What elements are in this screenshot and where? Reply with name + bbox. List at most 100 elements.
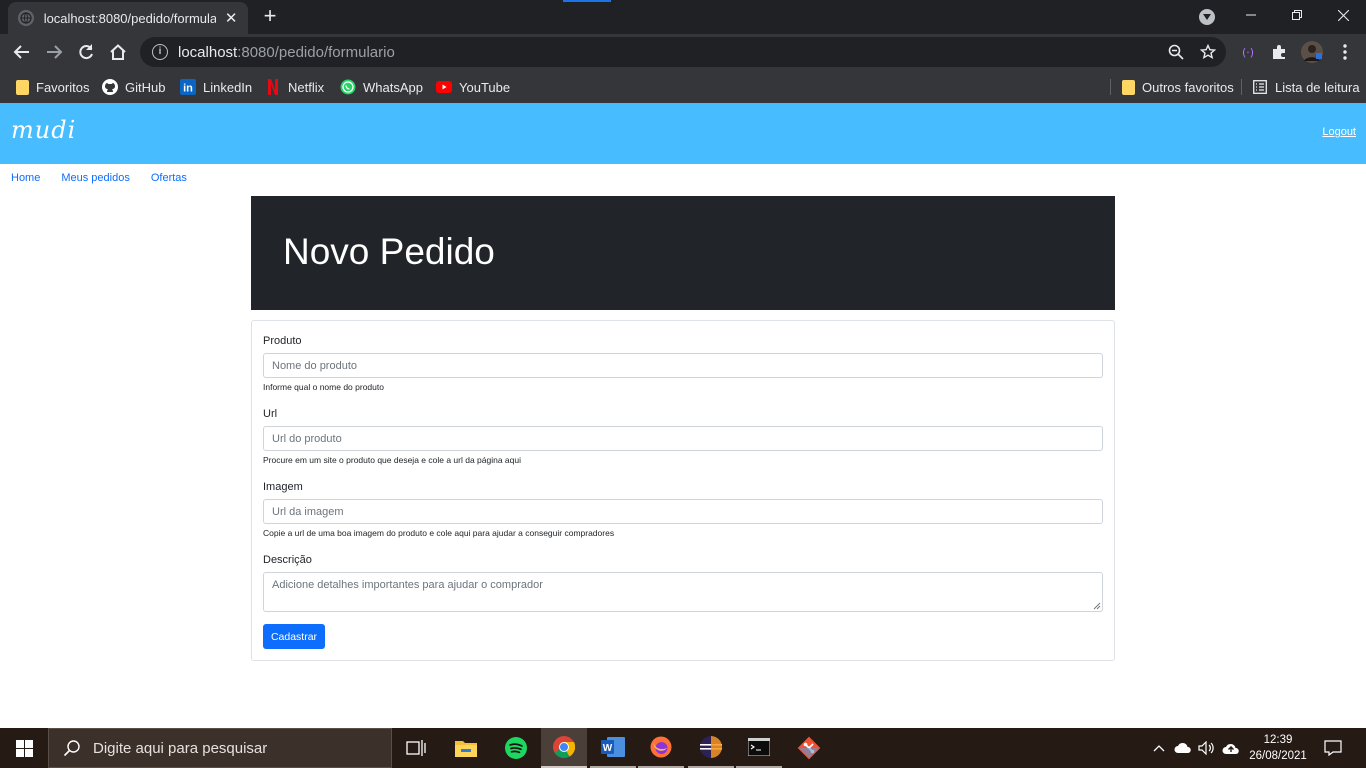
home-icon[interactable] xyxy=(104,38,132,66)
cadastrar-button[interactable]: Cadastrar xyxy=(263,624,325,649)
url-text: localhost:8080/pedido/formulario xyxy=(178,44,395,61)
bookmark-linkedin[interactable]: in LinkedIn xyxy=(180,77,252,97)
descricao-textarea[interactable]: Adicione detalhes importantes para ajuda… xyxy=(263,572,1103,612)
bookmark-whatsapp[interactable]: WhatsApp xyxy=(340,77,423,97)
forward-icon[interactable] xyxy=(40,38,68,66)
avatar[interactable] xyxy=(1299,39,1325,65)
tab-search-icon[interactable] xyxy=(1199,9,1215,25)
nav-home-link[interactable]: Home xyxy=(11,172,40,184)
firefox-icon[interactable] xyxy=(638,728,684,768)
brand-logo[interactable]: mudi xyxy=(11,116,76,144)
folder-icon xyxy=(1122,79,1135,95)
bookmark-favoritos[interactable]: Favoritos xyxy=(16,77,89,97)
address-bar[interactable]: i localhost:8080/pedido/formulario xyxy=(140,37,1226,67)
close-window-icon[interactable] xyxy=(1320,0,1366,30)
bookmark-label: Outros favoritos xyxy=(1142,79,1234,95)
volume-icon[interactable] xyxy=(1196,728,1218,768)
windows-taskbar: Digite aqui para pesquisar W 12:39 26/08… xyxy=(0,728,1366,768)
spotify-icon[interactable] xyxy=(493,728,539,768)
bookmark-label: WhatsApp xyxy=(363,79,423,95)
folder-icon xyxy=(16,79,29,95)
minimize-icon[interactable] xyxy=(1228,0,1274,30)
windows-start-icon[interactable] xyxy=(0,728,48,768)
close-tab-icon[interactable]: ✕ xyxy=(224,9,238,27)
cloud-upload-icon[interactable] xyxy=(1220,728,1242,768)
star-icon[interactable] xyxy=(1194,37,1222,67)
eclipse-icon[interactable] xyxy=(688,728,734,768)
bookmark-outros-favoritos[interactable]: Outros favoritos xyxy=(1122,77,1234,97)
browser-toolbar: i localhost:8080/pedido/formulario (·) xyxy=(0,34,1366,70)
url-path: :8080/pedido/formulario xyxy=(237,43,395,61)
youtube-icon xyxy=(436,79,452,95)
terminal-icon[interactable] xyxy=(736,728,782,768)
tab-title: localhost:8080/pedido/formulario xyxy=(43,10,217,26)
back-icon[interactable] xyxy=(8,38,36,66)
github-icon xyxy=(102,79,118,95)
nav-ofertas-link[interactable]: Ofertas xyxy=(151,172,187,184)
bookmark-github[interactable]: GitHub xyxy=(102,77,165,97)
task-view-icon[interactable] xyxy=(393,728,439,768)
restore-icon[interactable] xyxy=(1274,0,1320,30)
bookmark-youtube[interactable]: YouTube xyxy=(436,77,510,97)
whatsapp-icon xyxy=(340,79,356,95)
bookmark-label: YouTube xyxy=(459,79,511,95)
globe-icon xyxy=(18,10,34,26)
app-navbar: mudi Logout xyxy=(0,103,1366,164)
taskbar-search-box[interactable]: Digite aqui para pesquisar xyxy=(48,728,392,768)
logout-link[interactable]: Logout xyxy=(1322,126,1356,138)
bookmark-label: Netflix xyxy=(288,79,325,95)
search-icon xyxy=(63,740,80,757)
produto-input[interactable]: Nome do produto xyxy=(263,353,1103,378)
clock-date: 26/08/2021 xyxy=(1249,750,1307,762)
bookmark-label: GitHub xyxy=(125,79,166,95)
imagem-help-text: Copie a url de uma boa imagem do produto… xyxy=(263,528,615,538)
bookmark-label: Favoritos xyxy=(36,79,90,95)
linkedin-icon: in xyxy=(180,79,196,95)
url-host: localhost xyxy=(178,43,238,61)
order-form-card: Produto Nome do produto Informe qual o n… xyxy=(251,320,1115,661)
url-label: Url xyxy=(263,408,278,420)
page-header-banner: Novo Pedido xyxy=(251,196,1115,310)
url-input[interactable]: Url do produto xyxy=(263,426,1103,451)
taskbar-search-placeholder: Digite aqui para pesquisar xyxy=(93,739,268,757)
word-icon[interactable]: W xyxy=(590,728,636,768)
breadcrumb-nav: Home Meus pedidos Ofertas xyxy=(11,172,187,184)
bookmark-netflix[interactable]: Netflix xyxy=(265,77,324,97)
svg-text:W: W xyxy=(603,743,613,754)
chrome-icon[interactable] xyxy=(541,728,587,768)
tab-strip-accent xyxy=(563,0,611,2)
bookmark-label: LinkedIn xyxy=(203,79,253,95)
bookmarks-bar: Favoritos GitHub in LinkedIn Netflix Wha… xyxy=(0,70,1366,103)
svg-text:(·): (·) xyxy=(1242,46,1254,59)
extension-icon[interactable]: (·) xyxy=(1235,39,1261,65)
menu-icon[interactable] xyxy=(1332,39,1358,65)
reading-list-button[interactable]: Lista de leitura xyxy=(1252,77,1360,97)
info-icon[interactable]: i xyxy=(152,44,168,60)
netflix-icon xyxy=(265,79,281,95)
puzzle-icon[interactable] xyxy=(1266,39,1292,65)
file-explorer-icon[interactable] xyxy=(443,728,489,768)
taskbar-clock[interactable]: 12:39 26/08/2021 xyxy=(1245,732,1311,764)
descricao-placeholder: Adicione detalhes importantes para ajuda… xyxy=(272,579,543,591)
url-help-text: Procure em um site o produto que deseja … xyxy=(263,455,521,465)
notifications-icon[interactable] xyxy=(1318,728,1348,768)
reading-list-icon xyxy=(1252,79,1268,95)
onedrive-icon[interactable] xyxy=(1172,728,1194,768)
browser-tab[interactable]: localhost:8080/pedido/formulario ✕ xyxy=(8,2,248,34)
bookmark-label: Lista de leitura xyxy=(1275,79,1360,95)
browser-tab-strip: localhost:8080/pedido/formulario ✕ + xyxy=(0,0,1366,34)
new-tab-button[interactable]: + xyxy=(258,4,282,28)
nav-meus-pedidos-link[interactable]: Meus pedidos xyxy=(61,172,130,184)
reload-icon[interactable] xyxy=(72,38,100,66)
page-title: Novo Pedido xyxy=(283,231,495,272)
zoom-icon[interactable] xyxy=(1162,37,1190,67)
produto-help-text: Informe qual o nome do produto xyxy=(263,382,384,392)
resize-grip-icon[interactable] xyxy=(1093,602,1101,610)
bookmark-separator xyxy=(1241,79,1242,95)
bookmark-separator xyxy=(1110,79,1111,95)
git-icon[interactable] xyxy=(786,728,832,768)
clock-time: 12:39 xyxy=(1263,734,1293,746)
imagem-input[interactable]: Url da imagem xyxy=(263,499,1103,524)
chevron-up-icon[interactable] xyxy=(1150,728,1168,768)
imagem-label: Imagem xyxy=(263,481,303,493)
